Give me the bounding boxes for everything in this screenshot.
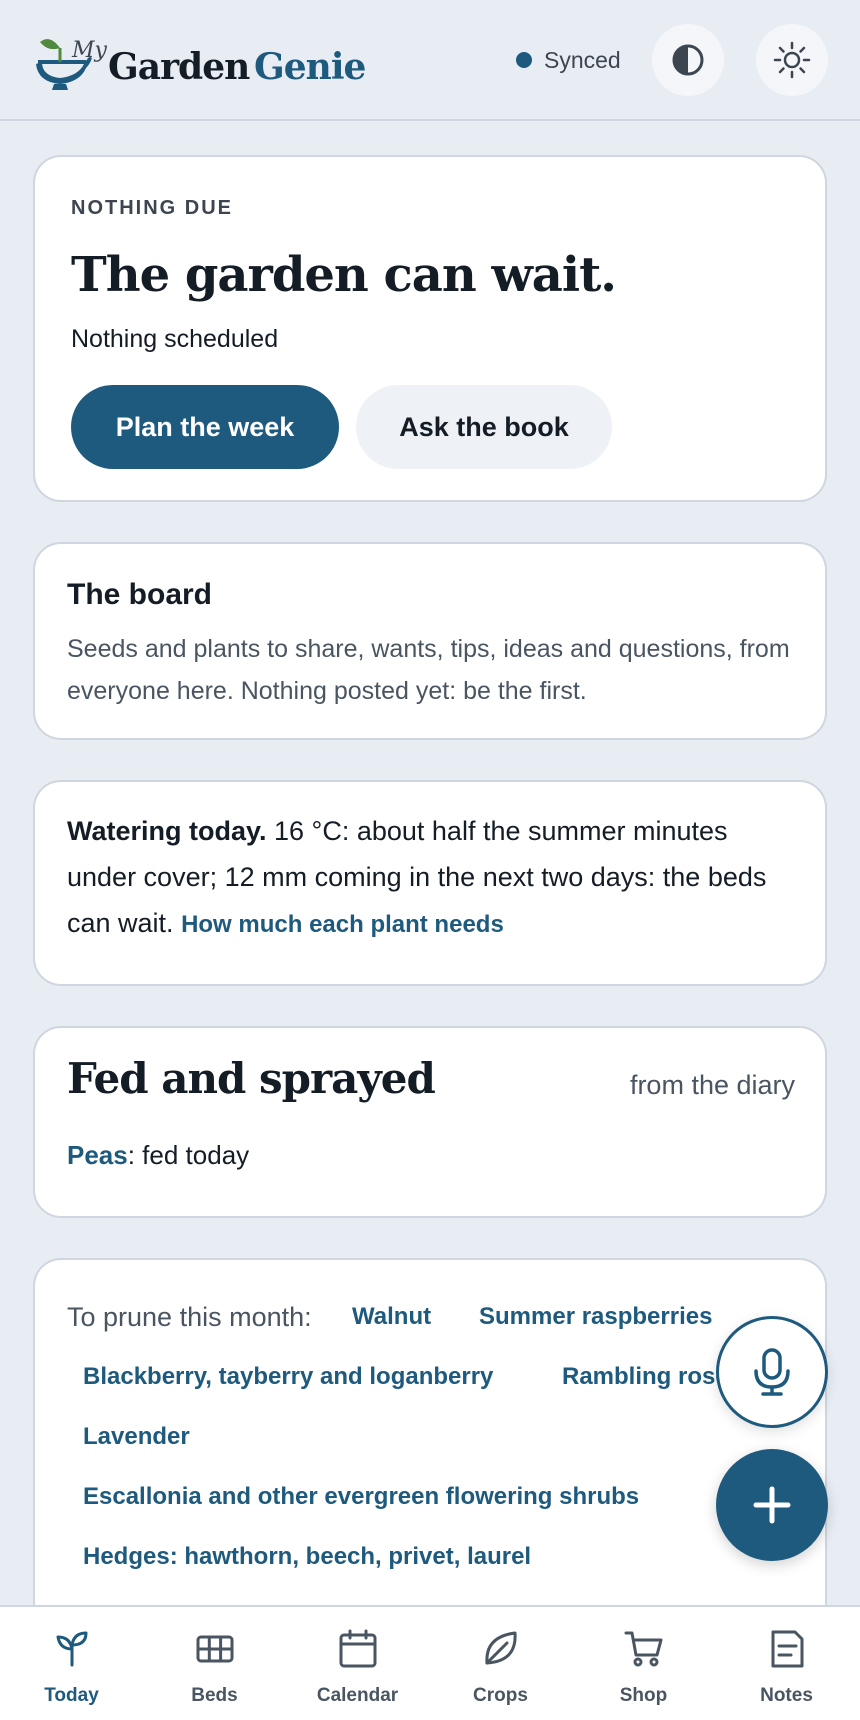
nav-label-shop: Shop	[619, 1685, 668, 1706]
prune-chip[interactable]: Lavender	[83, 1423, 190, 1451]
fed-title: Fed and sprayed	[67, 1054, 436, 1103]
sync-status-label: Synced	[544, 46, 621, 73]
nav-item-beds[interactable]: Beds	[143, 1607, 286, 1720]
logo-garden-text: Garden	[108, 46, 250, 88]
crop-link[interactable]: Peas	[67, 1140, 128, 1170]
hero-title: The garden can wait.	[71, 247, 617, 303]
contrast-toggle-button[interactable]	[652, 24, 724, 96]
nav-item-crops[interactable]: Crops	[429, 1607, 572, 1720]
prune-chip[interactable]: Walnut	[352, 1303, 431, 1331]
prune-card: To prune this month: Walnut Summer raspb…	[33, 1258, 827, 1618]
sun-icon	[773, 41, 811, 79]
nav-label-crops: Crops	[473, 1685, 528, 1706]
add-button[interactable]	[716, 1449, 828, 1561]
plus-icon	[753, 1486, 791, 1524]
fed-status: : fed today	[127, 1140, 250, 1170]
prune-chip[interactable]: Escallonia and other evergreen flowering…	[83, 1483, 639, 1511]
prune-chip[interactable]: Summer raspberries	[479, 1303, 712, 1331]
nav-item-notes[interactable]: Notes	[715, 1607, 858, 1720]
sync-dot-icon	[516, 52, 532, 68]
nav-item-today[interactable]: Today	[0, 1607, 143, 1720]
watering-card: Watering today. 16 °C: about half the su…	[33, 780, 827, 986]
sprout-icon	[56, 1631, 87, 1667]
app-header: My Garden Genie Synced	[0, 0, 860, 121]
nav-item-shop[interactable]: Shop	[572, 1607, 715, 1720]
grid-icon	[196, 1635, 233, 1663]
ask-book-button[interactable]: Ask the book	[356, 385, 612, 469]
logo-genie-text: Genie	[254, 46, 366, 88]
nav-item-calendar[interactable]: Calendar	[286, 1607, 429, 1720]
today-summary-card: NOTHING DUE The garden can wait. Nothing…	[33, 155, 827, 502]
cart-icon	[624, 1631, 662, 1667]
watering-lead: Watering today.	[67, 816, 267, 846]
voice-input-button[interactable]	[716, 1316, 828, 1428]
fed-sprayed-card: Fed and sprayed from the diary Peas: fed…	[33, 1026, 827, 1218]
note-icon	[771, 1630, 803, 1668]
nav-label-beds: Beds	[191, 1685, 238, 1706]
board-description: Seeds and plants to share, wants, tips, …	[67, 635, 790, 705]
theme-toggle-button[interactable]	[756, 24, 828, 96]
prune-chip[interactable]: Blackberry, tayberry and loganberry	[83, 1363, 493, 1391]
nav-label-notes: Notes	[760, 1685, 813, 1706]
contrast-icon	[672, 44, 704, 76]
prune-chip[interactable]: Hedges: hawthorn, beech, privet, laurel	[83, 1543, 531, 1571]
plan-week-button[interactable]: Plan the week	[71, 385, 339, 469]
bottom-navigation: Today Beds Calendar Crops Shop Notes	[0, 1605, 860, 1720]
calendar-icon	[339, 1629, 376, 1668]
nav-label-today: Today	[44, 1685, 99, 1706]
sync-status: Synced	[516, 46, 621, 74]
plant-needs-link[interactable]: How much each plant needs	[181, 911, 504, 938]
logo-my-text: My	[72, 38, 107, 63]
fed-source: from the diary	[629, 1070, 795, 1100]
board-card[interactable]: The board Seeds and plants to share, wan…	[33, 542, 827, 740]
app-logo[interactable]: My Garden Genie	[32, 28, 372, 94]
leaf-icon	[484, 1631, 517, 1665]
fed-entry: Peas: fed today	[67, 1140, 249, 1171]
board-title: The board	[67, 578, 213, 611]
prune-label: To prune this month:	[67, 1302, 312, 1332]
prune-list: To prune this month: Walnut Summer raspb…	[35, 1260, 719, 1620]
due-eyebrow: NOTHING DUE	[71, 197, 233, 219]
microphone-icon	[754, 1348, 790, 1396]
prune-chip[interactable]: Rambling roses	[562, 1363, 719, 1391]
nav-label-calendar: Calendar	[316, 1685, 399, 1706]
watering-text: Watering today. 16 °C: about half the su…	[67, 808, 797, 948]
hero-subtitle: Nothing scheduled	[71, 325, 279, 353]
